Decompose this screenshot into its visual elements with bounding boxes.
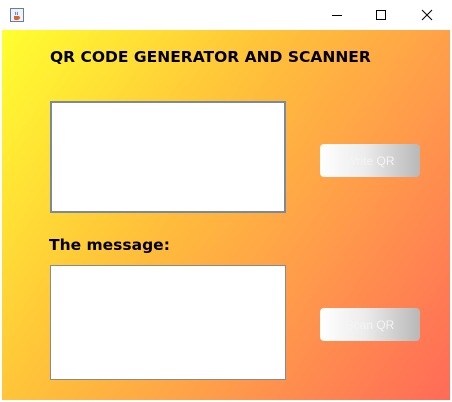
close-button[interactable] [404, 0, 450, 30]
java-cup-icon [10, 7, 24, 22]
maximize-icon [375, 6, 387, 25]
qr-text-input[interactable] [50, 101, 286, 213]
title-bar [0, 0, 452, 30]
scan-qr-button[interactable]: Scan QR [320, 308, 420, 341]
maximize-button[interactable] [358, 0, 404, 30]
app-window: QR CODE GENERATOR AND SCANNER Write QR T… [0, 0, 452, 402]
message-label: The message: [49, 236, 170, 254]
main-panel: QR CODE GENERATOR AND SCANNER Write QR T… [2, 30, 450, 400]
minimize-icon [331, 6, 343, 25]
page-title: QR CODE GENERATOR AND SCANNER [50, 48, 371, 66]
minimize-button[interactable] [314, 0, 360, 30]
message-output[interactable] [50, 265, 286, 380]
close-icon [421, 6, 433, 25]
write-qr-button[interactable]: Write QR [320, 144, 420, 177]
